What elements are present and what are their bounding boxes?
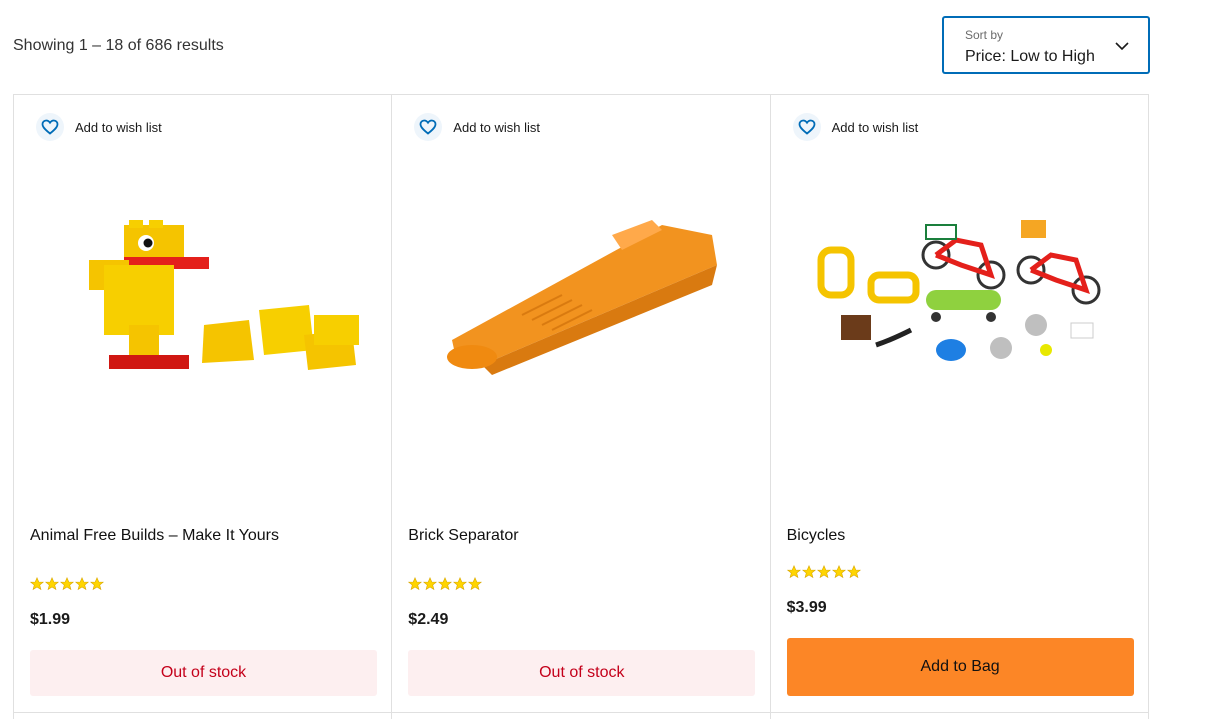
add-to-wishlist-button[interactable]: Add to wish list (792, 113, 919, 141)
star-rating-icon (786, 565, 861, 579)
out-of-stock-status: Out of stock (408, 650, 756, 696)
add-to-bag-button[interactable]: Add to Bag (786, 638, 1134, 696)
sort-value: Price: Low to High (965, 48, 1095, 65)
results-count: Showing 1 – 18 of 686 results (13, 37, 224, 54)
heart-icon (792, 113, 821, 141)
product-name[interactable]: Brick Separator (408, 527, 518, 545)
star-rating-icon (408, 577, 483, 591)
product-image-brick-separator[interactable] (412, 205, 752, 405)
chevron-down-icon (1115, 42, 1129, 51)
product-grid: Add to wish list Animal Free Builds – Ma… (13, 94, 1149, 719)
add-to-wishlist-button[interactable]: Add to wish list (36, 113, 162, 141)
rating-stars (408, 577, 484, 591)
product-name[interactable]: Bicycles (787, 527, 846, 545)
product-price: $3.99 (786, 599, 827, 616)
rating-stars (30, 577, 106, 591)
star-rating-icon (30, 577, 105, 591)
product-name[interactable]: Animal Free Builds – Make It Yours (30, 527, 279, 545)
product-card: Add to wish list Animal Free Builds – Ma… (14, 95, 393, 719)
out-of-stock-status: Out of stock (30, 650, 377, 696)
product-card: Add to wish list Bicycles $3.99 Add to B… (770, 95, 1149, 719)
wishlist-label: Add to wish list (453, 119, 540, 135)
rating-stars (786, 565, 863, 579)
heart-icon (414, 113, 443, 141)
product-image-yellow-duck[interactable] (34, 205, 374, 405)
product-price: $1.99 (30, 611, 71, 628)
wishlist-label: Add to wish list (75, 119, 162, 135)
heart-icon (36, 113, 64, 141)
product-price: $2.49 (408, 611, 449, 628)
wishlist-label: Add to wish list (831, 119, 919, 135)
sort-label: Sort by (965, 28, 1004, 42)
add-to-wishlist-button[interactable]: Add to wish list (414, 113, 540, 141)
product-card: Add to wish list Brick Separator $2.49 O… (392, 95, 771, 719)
sort-dropdown[interactable]: Sort by Price: Low to High (943, 17, 1149, 73)
product-image-bicycles[interactable] (791, 205, 1131, 405)
